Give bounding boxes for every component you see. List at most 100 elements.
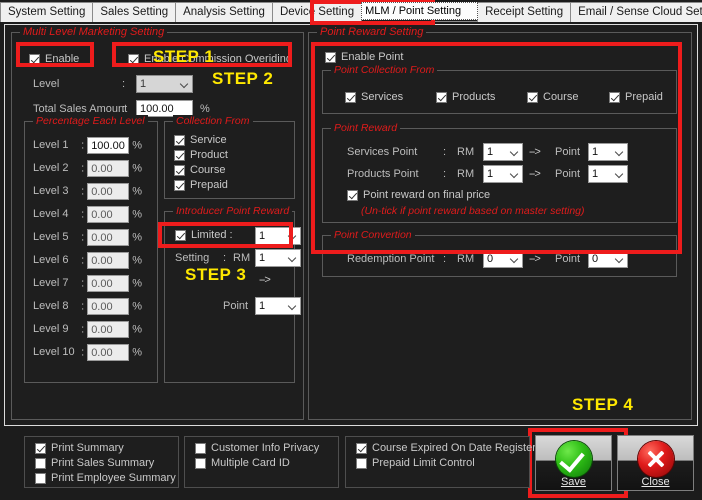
point-collection-item-label: Course bbox=[543, 91, 579, 103]
step-4-annotation: STEP 4 bbox=[572, 395, 634, 414]
redemption-point-rm-value: 0 bbox=[487, 253, 494, 265]
mlm-level-select[interactable]: 1 bbox=[136, 75, 193, 93]
introducer-setting-currency: RM bbox=[233, 252, 251, 264]
tab-analysis-setting[interactable]: Analysis Setting bbox=[175, 2, 273, 22]
customer-info-privacy-checkbox[interactable]: Customer Info Privacy bbox=[195, 442, 319, 454]
products-point-rm-select[interactable]: 1 bbox=[483, 165, 523, 183]
collection-from-legend: Collection From bbox=[173, 115, 253, 127]
collection-from-item-label: Prepaid bbox=[190, 179, 228, 191]
percentage-separator: : bbox=[81, 323, 85, 336]
percentage-unit: % bbox=[132, 254, 143, 267]
tab-mlm-point-setting[interactable]: MLM / Point Setting bbox=[361, 2, 479, 20]
mlm-enable-checkbox[interactable]: Enable bbox=[29, 53, 79, 65]
percentage-level-input[interactable]: 0.00 bbox=[87, 252, 130, 269]
introducer-limited-checkbox[interactable]: Limited : bbox=[175, 229, 233, 241]
services-point-point-value: 1 bbox=[592, 146, 599, 158]
introducer-point-select[interactable]: 1 bbox=[255, 297, 301, 315]
percentage-row: Level 1 : 100.00 % bbox=[33, 137, 142, 154]
percentage-level-label: Level 5 bbox=[33, 231, 69, 244]
introducer-limited-select[interactable]: 1 bbox=[255, 227, 301, 245]
point-reward-final-price-checkbox[interactable]: Point reward on final price bbox=[347, 189, 490, 201]
close-button[interactable]: Close bbox=[617, 435, 694, 491]
checkbox-icon bbox=[347, 189, 358, 201]
collection-from-item-label: Course bbox=[190, 164, 226, 176]
percentage-row: Level 10 : 0.00 % bbox=[33, 344, 142, 361]
checkbox-icon bbox=[195, 457, 206, 469]
point-reward-legend: Point Reward bbox=[331, 122, 401, 134]
percentage-level-input[interactable]: 0.00 bbox=[87, 183, 130, 200]
checkbox-icon bbox=[527, 91, 538, 103]
chevron-down-icon bbox=[511, 148, 519, 156]
percentage-row: Level 6 : 0.00 % bbox=[33, 252, 142, 269]
redemption-point-point-select[interactable]: 0 bbox=[588, 250, 628, 268]
mlm-total-sales-value: 100.00 bbox=[140, 103, 174, 115]
point-collection-item-label: Services bbox=[361, 91, 404, 103]
percentage-level-input[interactable]: 0.00 bbox=[87, 298, 130, 315]
chevron-down-icon bbox=[616, 148, 624, 156]
chevron-down-icon bbox=[511, 170, 519, 178]
services-point-point-label: Point bbox=[555, 146, 581, 158]
collection-from-product-checkbox[interactable]: Product bbox=[174, 149, 228, 161]
services-point-rm-select[interactable]: 1 bbox=[483, 143, 523, 161]
percentage-level-label: Level 3 bbox=[33, 185, 69, 198]
percentage-level-input[interactable]: 0.00 bbox=[87, 321, 130, 338]
point-collection-services-checkbox[interactable]: Services bbox=[345, 91, 403, 103]
percentage-unit: % bbox=[132, 185, 143, 198]
checkbox-icon bbox=[436, 91, 447, 103]
mlm-total-sales-separator: : bbox=[122, 103, 126, 115]
introducer-point-value: 1 bbox=[259, 300, 266, 312]
print-summary-checkbox[interactable]: Print Summary bbox=[35, 442, 124, 454]
percentage-level-input[interactable]: 0.00 bbox=[87, 275, 130, 292]
print-employee-summary-checkbox[interactable]: Print Employee Summary bbox=[35, 472, 176, 484]
mlm-group-legend: Multi Level Marketing Setting bbox=[20, 26, 168, 38]
point-reward-group: Point Reward Services Point : RM 1 --> P… bbox=[322, 122, 677, 223]
tab-device-setting[interactable]: Device Setting bbox=[271, 2, 363, 22]
prepaid-limit-control-checkbox[interactable]: Prepaid Limit Control bbox=[356, 457, 475, 469]
point-reward-setting-group: Point Reward Setting Enable Point Point … bbox=[308, 26, 692, 420]
introducer-limited-label: Limited : bbox=[191, 229, 233, 241]
tab-email-sense-cloud-setting[interactable]: Email / Sense Cloud Setting bbox=[570, 2, 702, 22]
percentage-separator: : bbox=[81, 162, 85, 175]
products-point-point-select[interactable]: 1 bbox=[588, 165, 628, 183]
services-point-label: Services Point bbox=[347, 146, 418, 158]
percentage-level-input[interactable]: 0.00 bbox=[87, 160, 130, 177]
percentage-row: Level 3 : 0.00 % bbox=[33, 183, 142, 200]
checkbox-icon bbox=[325, 51, 336, 63]
print-sales-summary-checkbox[interactable]: Print Sales Summary bbox=[35, 457, 154, 469]
percentage-level-label: Level 2 bbox=[33, 162, 69, 175]
redemption-point-rm-select[interactable]: 0 bbox=[483, 250, 523, 268]
checkbox-icon bbox=[175, 229, 186, 241]
collection-from-service-checkbox[interactable]: Service bbox=[174, 134, 227, 146]
point-collection-prepaid-checkbox[interactable]: Prepaid bbox=[609, 91, 663, 103]
checkbox-icon bbox=[29, 53, 40, 65]
collection-from-course-checkbox[interactable]: Course bbox=[174, 164, 225, 176]
tab-receipt-setting[interactable]: Receipt Setting bbox=[477, 2, 572, 22]
percentage-row: Level 8 : 0.00 % bbox=[33, 298, 142, 315]
multiple-card-id-checkbox[interactable]: Multiple Card ID bbox=[195, 457, 290, 469]
introducer-setting-select[interactable]: 1 bbox=[255, 249, 301, 267]
introducer-point-reward-group: Introducer Point Reward Limited : 1 Sett… bbox=[164, 205, 301, 383]
percentage-level-input[interactable]: 0.00 bbox=[87, 344, 130, 361]
tab-sales-setting[interactable]: Sales Setting bbox=[92, 2, 177, 22]
tab-system-setting[interactable]: System Setting bbox=[0, 2, 94, 22]
percentage-unit: % bbox=[132, 162, 143, 175]
point-collection-products-checkbox[interactable]: Products bbox=[436, 91, 495, 103]
save-button[interactable]: Save bbox=[535, 435, 612, 491]
products-point-separator: : bbox=[443, 168, 447, 180]
collection-from-prepaid-checkbox[interactable]: Prepaid bbox=[174, 179, 228, 191]
course-expired-on-date-register-checkbox[interactable]: Course Expired On Date Register bbox=[356, 442, 536, 454]
checkbox-icon bbox=[35, 442, 46, 454]
point-collection-course-checkbox[interactable]: Course bbox=[527, 91, 578, 103]
privacy-options-group: Customer Info Privacy Multiple Card ID bbox=[184, 436, 339, 488]
introducer-point-label: Point bbox=[223, 300, 249, 312]
redemption-point-label: Redemption Point bbox=[347, 253, 435, 265]
services-point-point-select[interactable]: 1 bbox=[588, 143, 628, 161]
percentage-level-input[interactable]: 0.00 bbox=[87, 229, 130, 246]
privacy-option-label: Multiple Card ID bbox=[211, 457, 290, 469]
percentage-level-input[interactable]: 0.00 bbox=[87, 206, 130, 223]
enable-point-checkbox[interactable]: Enable Point bbox=[325, 51, 403, 63]
collection-from-item-label: Product bbox=[190, 149, 228, 161]
close-button-label: Close bbox=[641, 476, 670, 488]
percentage-level-input[interactable]: 100.00 bbox=[87, 137, 130, 154]
step-2-annotation: STEP 2 bbox=[212, 69, 274, 88]
